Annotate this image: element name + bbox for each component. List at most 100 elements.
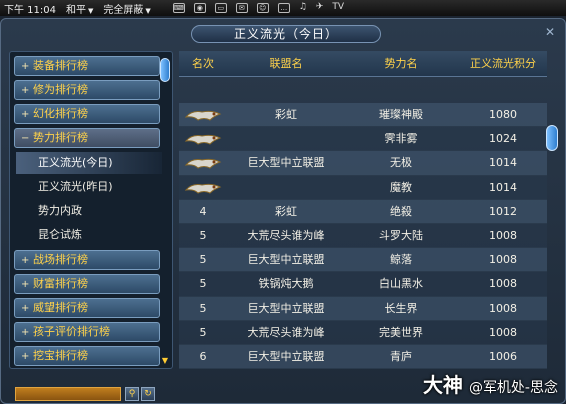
category-transform[interactable]: + 幻化排行榜 <box>14 104 160 124</box>
clock-text: 下午 11:04 <box>4 4 56 16</box>
category-cultivation[interactable]: + 修为排行榜 <box>14 80 160 100</box>
cell-union: 大荒尽头谁为峰 <box>247 325 325 339</box>
bird-icon[interactable]: ✈ <box>316 3 324 13</box>
subitem-kunlun-trial[interactable]: 昆仑试炼 <box>38 224 158 246</box>
category-label: 挖宝排行榜 <box>33 349 88 362</box>
cell-rank: 4 <box>199 204 207 218</box>
cell-score: 1080 <box>489 108 517 121</box>
expand-icon: + <box>21 255 30 266</box>
header-union: 联盟名 <box>269 57 303 70</box>
status-bar: 下午 11:04 和平 ▼ 完全屏蔽 ▼ ⌨ ◉ ▭ ✉ ☺ … ♫ ✈ TV <box>0 0 566 16</box>
cell-rank: 5 <box>199 277 207 291</box>
category-label: 威望排行榜 <box>33 301 88 314</box>
table-row[interactable]: 5 大荒尽头谁为峰 斗罗大陆 1008 <box>179 223 547 249</box>
search-icon[interactable]: ⚲ <box>125 387 139 401</box>
table-row[interactable]: 巨大型中立联盟 无极 1014 <box>179 151 547 176</box>
cell-union: 彩虹 <box>275 108 297 121</box>
table-row[interactable]: 6 巨大型中立联盟 青庐 1006 <box>179 344 547 370</box>
audio-icon[interactable]: ♫ <box>299 3 307 13</box>
window-title: 正义流光（今日） <box>191 25 381 43</box>
chevron-down-icon: ▼ <box>88 6 94 15</box>
cell-score: 1014 <box>489 156 517 170</box>
cell-union: 巨大型中立联盟 <box>247 156 325 170</box>
cell-union <box>231 127 341 151</box>
table-row[interactable]: 5 铁锅炖大鹅 白山黑水 1008 <box>179 272 547 297</box>
scroll-down-icon[interactable]: ▼ <box>160 356 170 366</box>
cell-rank: 5 <box>199 253 207 267</box>
cell-power: 斗罗大陆 <box>379 228 423 242</box>
rank-medal-icon <box>184 183 222 194</box>
table-row[interactable]: 5 大荒尽头谁为峰 完美世界 1008 <box>179 320 547 345</box>
header-rank: 名次 <box>192 57 214 70</box>
category-battlefield[interactable]: + 战场排行榜 <box>14 250 160 270</box>
cell-union: 大荒尽头谁为峰 <box>247 228 325 242</box>
cell-rank <box>179 127 227 151</box>
keyboard-icon[interactable]: ⌨ <box>172 3 185 13</box>
header-power: 势力名 <box>384 57 418 70</box>
refresh-icon[interactable]: ↻ <box>141 387 155 401</box>
watermark-brand: 大神 <box>422 373 463 397</box>
subitem-justice-today[interactable]: 正义流光(今日) <box>16 152 162 174</box>
rank-medal-icon <box>184 135 222 145</box>
camera-icon[interactable]: ◉ <box>193 3 206 13</box>
header-score: 正义流光积分 <box>470 57 536 70</box>
right-scrollbar[interactable] <box>545 123 559 391</box>
table-row[interactable]: 霁非雾 1024 <box>179 127 547 152</box>
category-treasure[interactable]: + 挖宝排行榜 <box>14 346 160 366</box>
table-row[interactable]: 彩虹 璀璨神殿 1080 <box>179 103 547 128</box>
scroll-thumb[interactable] <box>160 58 170 82</box>
display-mode-label: 完全屏蔽 <box>103 4 144 16</box>
table-row[interactable]: 魔教 1014 <box>179 175 547 200</box>
tv-icon[interactable]: TV <box>332 3 344 13</box>
toolbar-icons: ⌨ ◉ ▭ ✉ ☺ … ♫ ✈ TV <box>172 3 344 13</box>
scroll-thumb[interactable] <box>546 125 558 151</box>
left-scrollbar[interactable]: ▼ <box>160 54 170 366</box>
close-icon[interactable]: ✕ <box>543 25 557 39</box>
cell-power: 绝殺 <box>390 204 412 218</box>
cell-score: 1008 <box>489 277 517 291</box>
friends-icon[interactable]: ☺ <box>256 3 269 13</box>
rank-medal-icon <box>184 159 222 169</box>
category-prestige[interactable]: + 威望排行榜 <box>14 298 160 318</box>
cell-rank <box>179 176 227 200</box>
cell-rank: 5 <box>199 301 207 315</box>
category-label: 孩子评价排行榜 <box>33 325 110 338</box>
cell-power: 白山黑水 <box>379 277 423 291</box>
cell-power: 魔教 <box>390 180 412 194</box>
table-row[interactable]: 5 巨大型中立联盟 鲸落 1008 <box>179 248 547 273</box>
cell-score: 1014 <box>489 180 517 194</box>
expand-icon: + <box>21 351 30 362</box>
cell-union: 铁锅炖大鹅 <box>258 277 314 291</box>
search-input[interactable] <box>15 387 121 401</box>
search-bar: ⚲ ↻ <box>11 387 171 403</box>
cell-union: 巨大型中立联盟 <box>247 349 325 363</box>
table-row[interactable]: 4 彩虹 绝殺 1012 <box>179 199 547 224</box>
rank-medal-icon <box>184 110 222 121</box>
category-wealth[interactable]: + 财富排行榜 <box>14 274 160 294</box>
cell-score: 1008 <box>489 253 517 267</box>
category-children[interactable]: + 孩子评价排行榜 <box>14 322 160 342</box>
mail-icon[interactable]: ✉ <box>235 3 248 13</box>
category-faction[interactable]: − 势力排行榜 <box>14 128 160 148</box>
cell-score: 1024 <box>489 132 517 146</box>
expand-icon: + <box>21 303 30 314</box>
cell-union: 巨大型中立联盟 <box>247 301 325 315</box>
subitem-justice-yesterday[interactable]: 正义流光(昨日) <box>38 176 158 198</box>
category-label: 装备排行榜 <box>33 59 88 72</box>
table-row[interactable]: 5 巨大型中立联盟 长生界 1008 <box>179 296 547 321</box>
cell-union <box>231 176 341 200</box>
ranking-table: 名次 联盟名 势力名 正义流光积分 彩虹 璀璨神殿 1080 霁非雾 1024 巨大型中立… <box>179 51 559 391</box>
category-panel: + 装备排行榜 + 修为排行榜 + 幻化排行榜 − 势力排行榜 正义流光(今日) 正义流… <box>9 51 173 369</box>
subitem-faction-internal[interactable]: 势力内政 <box>38 200 158 222</box>
expand-icon: + <box>21 85 30 96</box>
display-mode-dropdown[interactable]: 完全屏蔽 ▼ <box>103 1 150 16</box>
monitor-icon[interactable]: ▭ <box>214 3 227 13</box>
cell-rank <box>179 151 227 175</box>
pk-mode-dropdown[interactable]: 和平 ▼ <box>66 1 93 16</box>
chat-icon[interactable]: … <box>277 3 290 13</box>
cell-power: 璀璨神殿 <box>379 108 423 121</box>
cell-power: 长生界 <box>384 301 418 315</box>
category-equipment[interactable]: + 装备排行榜 <box>14 56 160 76</box>
expand-icon: + <box>21 279 30 290</box>
cell-rank: 6 <box>199 349 207 363</box>
